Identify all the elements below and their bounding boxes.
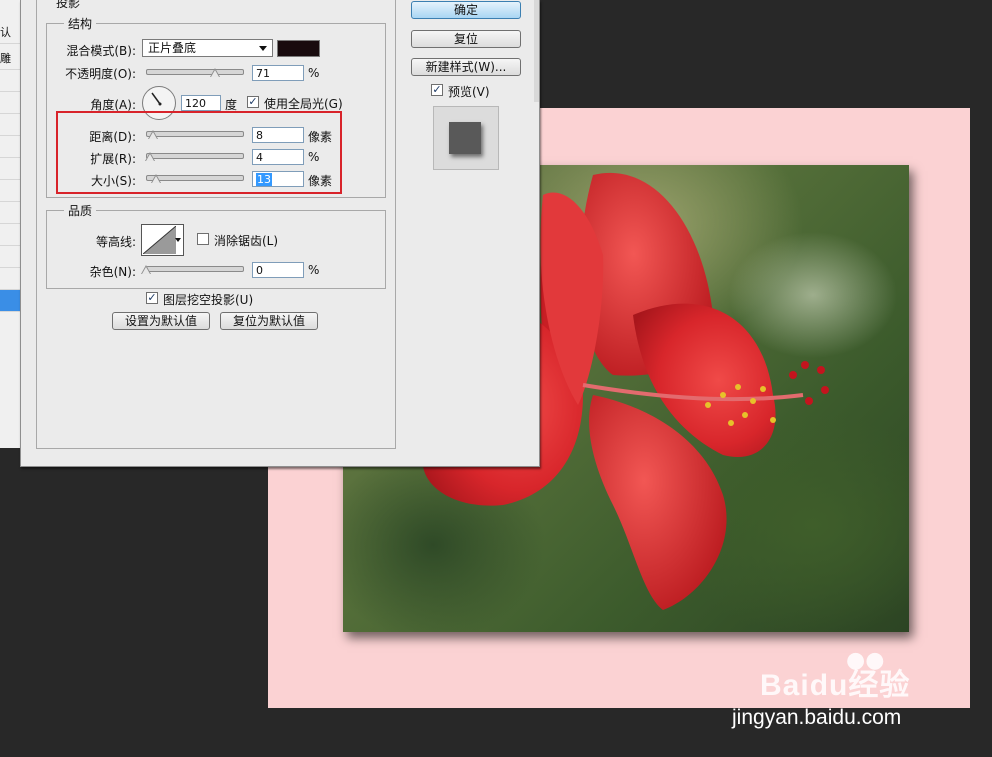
anti-alias-checkbox[interactable] — [197, 233, 209, 245]
list-item[interactable] — [0, 136, 20, 158]
blend-mode-label: 混合模式(B): — [66, 44, 136, 58]
section-title: 投影 — [56, 0, 81, 10]
chevron-down-icon — [259, 46, 267, 51]
scrollbar[interactable] — [534, 0, 539, 102]
opacity-slider-thumb[interactable] — [210, 68, 220, 77]
baidu-watermark: Baidu经验 ●● jingyan.baidu.com — [732, 648, 990, 742]
paw-icon: ●● — [846, 648, 885, 673]
list-item[interactable] — [0, 246, 20, 268]
preview-checkbox[interactable]: ✓ — [431, 84, 443, 96]
ok-button[interactable]: 确定 — [411, 1, 521, 19]
global-light-checkbox[interactable]: ✓ — [247, 96, 259, 108]
preview-label: 预览(V) — [448, 85, 490, 99]
list-item[interactable] — [0, 70, 20, 92]
make-default-button[interactable]: 设置为默认值 — [112, 312, 210, 330]
noise-label: 杂色(N): — [89, 265, 136, 279]
list-item[interactable] — [0, 180, 20, 202]
opacity-input[interactable]: 71 — [252, 65, 304, 81]
anti-alias-label: 消除锯齿(L) — [214, 234, 279, 248]
noise-slider-thumb[interactable] — [141, 265, 151, 274]
styles-list-strip: 认 雕 — [0, 0, 21, 448]
knockout-label: 图层挖空投影(U) — [163, 293, 254, 307]
list-item[interactable] — [0, 202, 20, 224]
noise-unit: % — [308, 263, 320, 277]
new-style-button[interactable]: 新建样式(W)... — [411, 58, 521, 76]
contour-picker[interactable] — [141, 224, 184, 256]
shadow-color-swatch[interactable] — [277, 40, 320, 57]
list-item[interactable] — [0, 114, 20, 136]
highlight-annotation — [56, 111, 342, 194]
opacity-slider[interactable] — [146, 69, 244, 75]
structure-legend: 结构 — [64, 15, 97, 32]
list-item[interactable] — [0, 158, 20, 180]
list-item[interactable]: 雕 — [0, 48, 20, 70]
reset-button[interactable]: 复位 — [411, 30, 521, 48]
knockout-checkbox[interactable]: ✓ — [146, 292, 158, 304]
list-item-drop-shadow-selected[interactable] — [0, 290, 20, 312]
chevron-down-icon — [175, 238, 181, 242]
opacity-unit: % — [308, 66, 320, 80]
contour-label: 等高线: — [95, 235, 136, 249]
list-item[interactable] — [0, 268, 20, 290]
blend-mode-select[interactable]: 正片叠底 — [142, 39, 273, 57]
list-item[interactable] — [0, 224, 20, 246]
global-light-label: 使用全局光(G) — [264, 97, 343, 111]
noise-input[interactable]: 0 — [252, 262, 304, 278]
noise-slider[interactable] — [146, 266, 244, 272]
watermark-logo: Baidu经验 — [760, 669, 911, 702]
opacity-label: 不透明度(O): — [65, 67, 136, 81]
quality-legend: 品质 — [64, 202, 97, 219]
list-item[interactable] — [0, 92, 20, 114]
style-preview-square — [449, 122, 481, 154]
watermark-url: jingyan.baidu.com — [732, 706, 902, 729]
angle-input[interactable]: 120 — [181, 95, 221, 111]
reset-default-button[interactable]: 复位为默认值 — [220, 312, 318, 330]
list-item[interactable]: 认 — [0, 22, 20, 44]
